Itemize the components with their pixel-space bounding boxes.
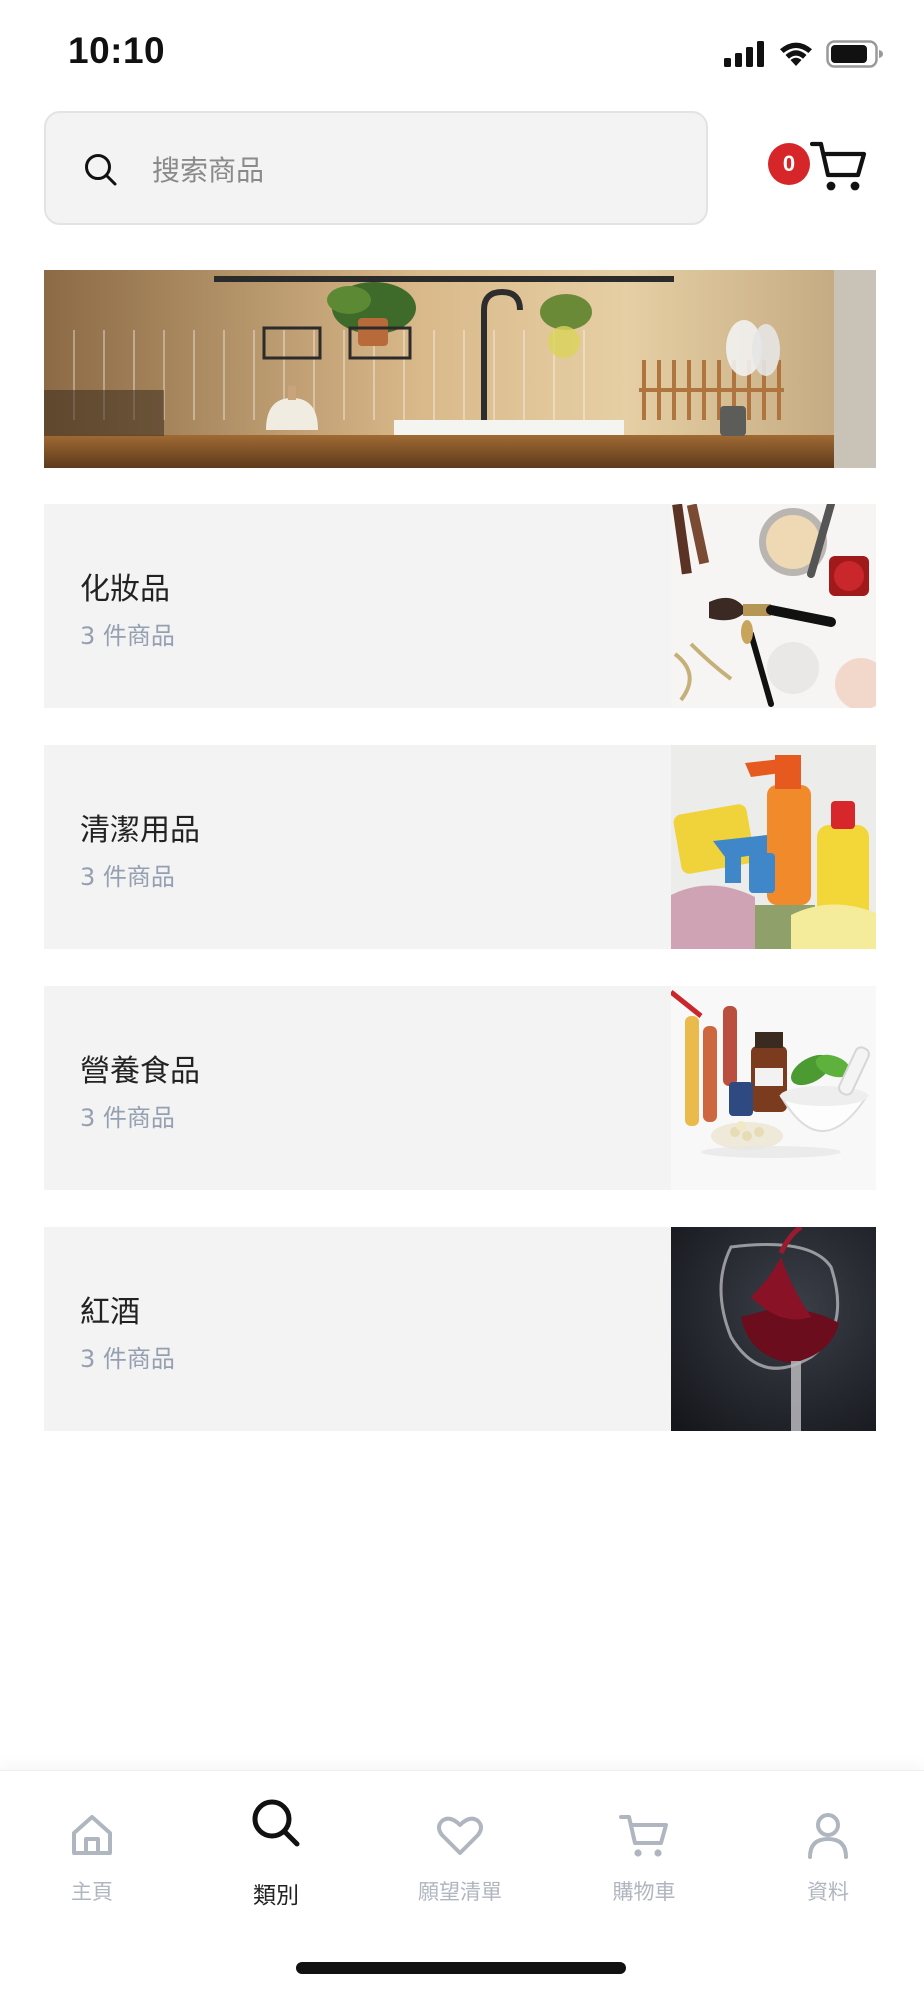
search-row: 0 bbox=[44, 111, 880, 227]
cart-icon bbox=[809, 139, 868, 195]
kitchen-banner-image bbox=[44, 270, 876, 468]
nav-label-profile: 資料 bbox=[807, 1880, 849, 1904]
nav-label-cart: 購物車 bbox=[612, 1880, 676, 1904]
nav-item-cart[interactable]: 購物車 bbox=[574, 1771, 714, 1904]
search-input[interactable] bbox=[150, 141, 674, 199]
app-screen: 10:10 搜索商品 0 化妝品 3 件商品 清潔用品 3 件商品 營養食品 3… bbox=[0, 0, 924, 2000]
nav-item-profile[interactable]: 資料 bbox=[758, 1771, 898, 1904]
cart-icon bbox=[619, 1813, 669, 1863]
status-icons bbox=[724, 38, 884, 70]
category-card-cosmetics[interactable]: 化妝品 3 件商品 bbox=[44, 504, 876, 708]
category-name: 紅酒 bbox=[80, 1295, 140, 1330]
search-icon bbox=[250, 1797, 302, 1853]
nav-item-categories[interactable]: 類別 bbox=[206, 1771, 346, 1909]
home-icon bbox=[70, 1813, 114, 1861]
wifi-icon bbox=[778, 40, 814, 68]
category-card-cleaning[interactable]: 清潔用品 3 件商品 bbox=[44, 745, 876, 949]
cosmetics-image bbox=[671, 504, 876, 708]
category-count: 3 件商品 bbox=[80, 1104, 175, 1132]
search-icon bbox=[82, 151, 120, 189]
category-card-nutrition[interactable]: 營養食品 3 件商品 bbox=[44, 986, 876, 1190]
heart-icon bbox=[436, 1815, 484, 1861]
user-icon bbox=[806, 1811, 850, 1863]
cleaning-supplies-image bbox=[671, 745, 876, 949]
category-count: 3 件商品 bbox=[80, 1345, 175, 1373]
nav-item-wishlist[interactable]: 願望清單 bbox=[390, 1771, 530, 1904]
nav-label-wishlist: 願望清單 bbox=[418, 1880, 502, 1904]
category-name: 清潔用品 bbox=[80, 813, 200, 848]
hero-banner[interactable] bbox=[44, 270, 876, 468]
nav-item-home[interactable]: 主頁 bbox=[22, 1771, 162, 1904]
battery-icon bbox=[826, 40, 884, 68]
search-box[interactable] bbox=[44, 111, 708, 225]
nutrition-supplements-image bbox=[671, 986, 876, 1190]
home-indicator bbox=[296, 1962, 626, 1974]
status-time: 10:10 bbox=[68, 30, 166, 71]
category-name: 營養食品 bbox=[80, 1054, 200, 1089]
nav-label-home: 主頁 bbox=[71, 1880, 113, 1904]
category-count: 3 件商品 bbox=[80, 863, 175, 891]
nav-label-categories: 類別 bbox=[253, 1883, 299, 1909]
category-list: 化妝品 3 件商品 清潔用品 3 件商品 營養食品 3 件商品 紅酒 3 件商品 bbox=[44, 504, 876, 1468]
signal-icon bbox=[724, 41, 766, 67]
red-wine-image bbox=[671, 1227, 876, 1431]
cart-count-badge: 0 bbox=[768, 143, 810, 185]
category-count: 3 件商品 bbox=[80, 622, 175, 650]
category-card-red-wine[interactable]: 紅酒 3 件商品 bbox=[44, 1227, 876, 1431]
category-name: 化妝品 bbox=[80, 572, 170, 607]
cart-button[interactable]: 0 bbox=[768, 139, 880, 205]
status-bar: 10:10 bbox=[0, 0, 924, 110]
